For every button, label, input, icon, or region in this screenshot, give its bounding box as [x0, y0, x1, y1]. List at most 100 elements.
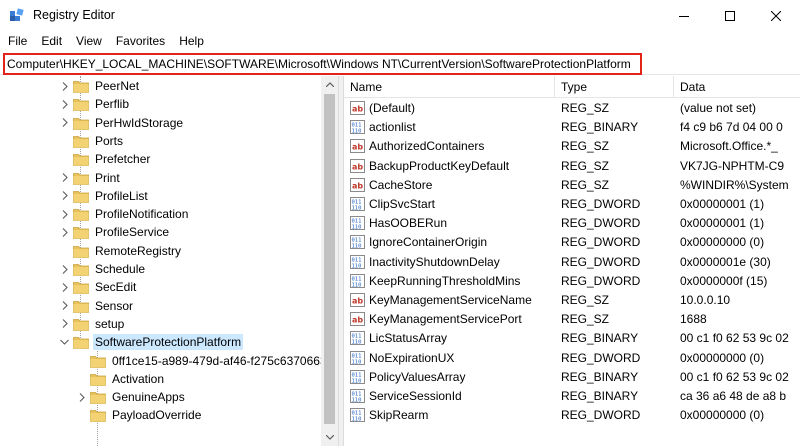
- value-row[interactable]: 011 110 SkipRearm REG_DWORD 0x00000000 (0): [344, 406, 800, 425]
- tree-item[interactable]: Ports: [60, 132, 125, 150]
- tree-expander[interactable]: [60, 297, 69, 315]
- tree-item[interactable]: PerHwIdStorage: [60, 114, 185, 132]
- tree-expander[interactable]: [60, 260, 69, 278]
- tree-expander[interactable]: [60, 77, 69, 95]
- column-header-data[interactable]: Data: [674, 76, 800, 98]
- tree-item-label: Perflib: [95, 97, 130, 112]
- tree-item[interactable]: PeerNet: [60, 77, 141, 95]
- tree-item[interactable]: Activation: [77, 370, 166, 388]
- value-data: 0x0000001e (30): [680, 254, 771, 269]
- tree-expander[interactable]: [60, 333, 69, 351]
- tree-item-label: GenuineApps: [112, 390, 185, 405]
- value-row[interactable]: 011 110 NoExpirationUX REG_DWORD 0x00000000 …: [344, 349, 800, 368]
- folder-icon: [73, 81, 89, 93]
- tree-item[interactable]: Prefetcher: [60, 150, 152, 168]
- tree-expander[interactable]: [60, 315, 69, 333]
- value-row[interactable]: ab KeyManagementServicePort REG_SZ 1688: [344, 310, 800, 329]
- tree-expander: [60, 132, 69, 150]
- tree-item[interactable]: GenuineApps: [77, 388, 187, 406]
- tree-item[interactable]: Print: [60, 169, 122, 187]
- menu-file[interactable]: File: [0, 31, 34, 51]
- value-row[interactable]: 011 110 LicStatusArray REG_BINARY 00 c1 f0 6…: [344, 329, 800, 348]
- value-row[interactable]: 011 110 actionlist REG_BINARY f4 c9 b6 7d 04…: [344, 118, 800, 137]
- value-type: REG_DWORD: [561, 216, 641, 231]
- tree-item-label: 0ff1ce15-a989-479d-af46-f275c6370663: [112, 353, 327, 368]
- value-name: HasOOBERun: [369, 216, 448, 231]
- title-bar[interactable]: Registry Editor: [0, 0, 800, 31]
- tree-item[interactable]: setup: [60, 315, 126, 333]
- column-header-name[interactable]: Name: [344, 76, 554, 98]
- value-type: REG_DWORD: [561, 273, 641, 288]
- value-row[interactable]: ab AuthorizedContainers REG_SZ Microsoft.Of…: [344, 137, 800, 156]
- tree-scroll-thumb[interactable]: [324, 94, 335, 424]
- tree-item[interactable]: Schedule: [60, 260, 147, 278]
- tree-expander[interactable]: [60, 223, 69, 241]
- tree-item[interactable]: SecEdit: [60, 278, 138, 296]
- tree-item-label: PeerNet: [95, 79, 140, 93]
- folder-icon: [73, 209, 89, 221]
- value-row[interactable]: 011 110 IgnoreContainerOrigin REG_DWORD 0x00…: [344, 233, 800, 252]
- values-list-pane[interactable]: Name Type Data ab (Default) REG_SZ (value n…: [344, 76, 800, 446]
- value-row[interactable]: ab BackupProductKeyDefault REG_SZ VK7JG-NPH…: [344, 157, 800, 176]
- binary-value-icon: 011110: [350, 350, 365, 365]
- value-row[interactable]: ab KeyManagementServiceName REG_SZ 10.0.0.1…: [344, 291, 800, 310]
- value-row[interactable]: ab (Default) REG_SZ (value not set): [344, 99, 800, 118]
- value-data: VK7JG-NPHTM-C9: [680, 158, 785, 173]
- tree-expander[interactable]: [77, 388, 86, 406]
- value-data: 00 c1 f0 62 53 9c 02: [680, 369, 789, 384]
- tree-item[interactable]: RemoteRegistry: [60, 242, 183, 260]
- value-row[interactable]: 011 110 HasOOBERun REG_DWORD 0x00000001 (1): [344, 214, 800, 233]
- tree-expander: [60, 150, 69, 168]
- tree-item[interactable]: Sensor: [60, 297, 135, 315]
- menu-view[interactable]: View: [69, 31, 109, 51]
- close-button[interactable]: [753, 0, 799, 31]
- chevron-right-icon: [79, 392, 85, 402]
- value-data: ca 36 a6 48 de a8 b: [680, 389, 787, 403]
- column-header-row: Name Type Data: [344, 76, 800, 98]
- registry-editor-icon: [10, 8, 24, 21]
- tree-item-label: RemoteRegistry: [95, 243, 182, 258]
- tree-item[interactable]: PayloadOverride: [77, 406, 203, 424]
- tree-expander[interactable]: [60, 169, 69, 187]
- tree-expander[interactable]: [60, 278, 69, 296]
- tree-expander[interactable]: [60, 205, 69, 223]
- chevron-right-icon: [62, 301, 68, 310]
- maximize-button[interactable]: [707, 0, 753, 31]
- menu-edit[interactable]: Edit: [34, 31, 69, 51]
- binary-value-icon: 011110: [350, 389, 365, 403]
- svg-text:ab: ab: [352, 297, 363, 306]
- tree-item-label: ProfileNotification: [95, 207, 189, 222]
- tree-item[interactable]: ProfileList: [60, 187, 150, 205]
- value-row[interactable]: 011 110 InactivityShutdownDelay REG_DWORD 0x…: [344, 253, 800, 272]
- value-row[interactable]: ab CacheStore REG_SZ %WINDIR%\System: [344, 176, 800, 195]
- scroll-down-arrow-icon[interactable]: [321, 429, 338, 446]
- string-value-icon: ab: [350, 101, 365, 115]
- chevron-right-icon: [62, 81, 68, 91]
- key-tree-pane[interactable]: PeerNet Perflib PerHwIdStorage Ports Prefetc…: [0, 76, 338, 446]
- minimize-button[interactable]: [661, 0, 707, 31]
- value-row[interactable]: 011 110 ServiceSessionId REG_BINARY ca 36 a6…: [344, 387, 800, 406]
- tree-item[interactable]: Perflib: [60, 95, 131, 113]
- tree-vertical-scrollbar[interactable]: [321, 76, 338, 446]
- binary-value-icon: 011110: [350, 273, 365, 288]
- svg-text:ab: ab: [352, 105, 363, 114]
- tree-item[interactable]: ProfileNotification: [60, 205, 190, 223]
- address-path-field[interactable]: Computer\HKEY_LOCAL_MACHINE\SOFTWARE\Mic…: [3, 53, 642, 75]
- value-row[interactable]: 011 110 KeepRunningThresholdMins REG_DWORD 0…: [344, 272, 800, 291]
- value-data: 0x00000001 (1): [680, 197, 765, 211]
- tree-item[interactable]: ProfileService: [60, 223, 171, 241]
- tree-expander[interactable]: [60, 187, 69, 205]
- menu-help[interactable]: Help: [172, 31, 211, 51]
- value-data: f4 c9 b6 7d 04 00 0: [680, 120, 783, 135]
- column-header-type[interactable]: Type: [555, 76, 673, 98]
- string-value-icon: ab: [350, 293, 365, 307]
- menu-favorites[interactable]: Favorites: [109, 31, 172, 51]
- value-row[interactable]: 011 110 PolicyValuesArray REG_BINARY 00 c1 f…: [344, 368, 800, 387]
- value-row[interactable]: 011 110 ClipSvcStart REG_DWORD 0x00000001 (1…: [344, 195, 800, 214]
- tree-expander[interactable]: [60, 95, 69, 113]
- scroll-up-arrow-icon[interactable]: [321, 76, 338, 93]
- tree-expander[interactable]: [60, 114, 69, 132]
- tree-item[interactable]: 0ff1ce15-a989-479d-af46-f275c6370663: [77, 352, 329, 370]
- tree-item[interactable]: SoftwareProtectionPlatform: [60, 333, 244, 351]
- folder-icon: [90, 355, 106, 368]
